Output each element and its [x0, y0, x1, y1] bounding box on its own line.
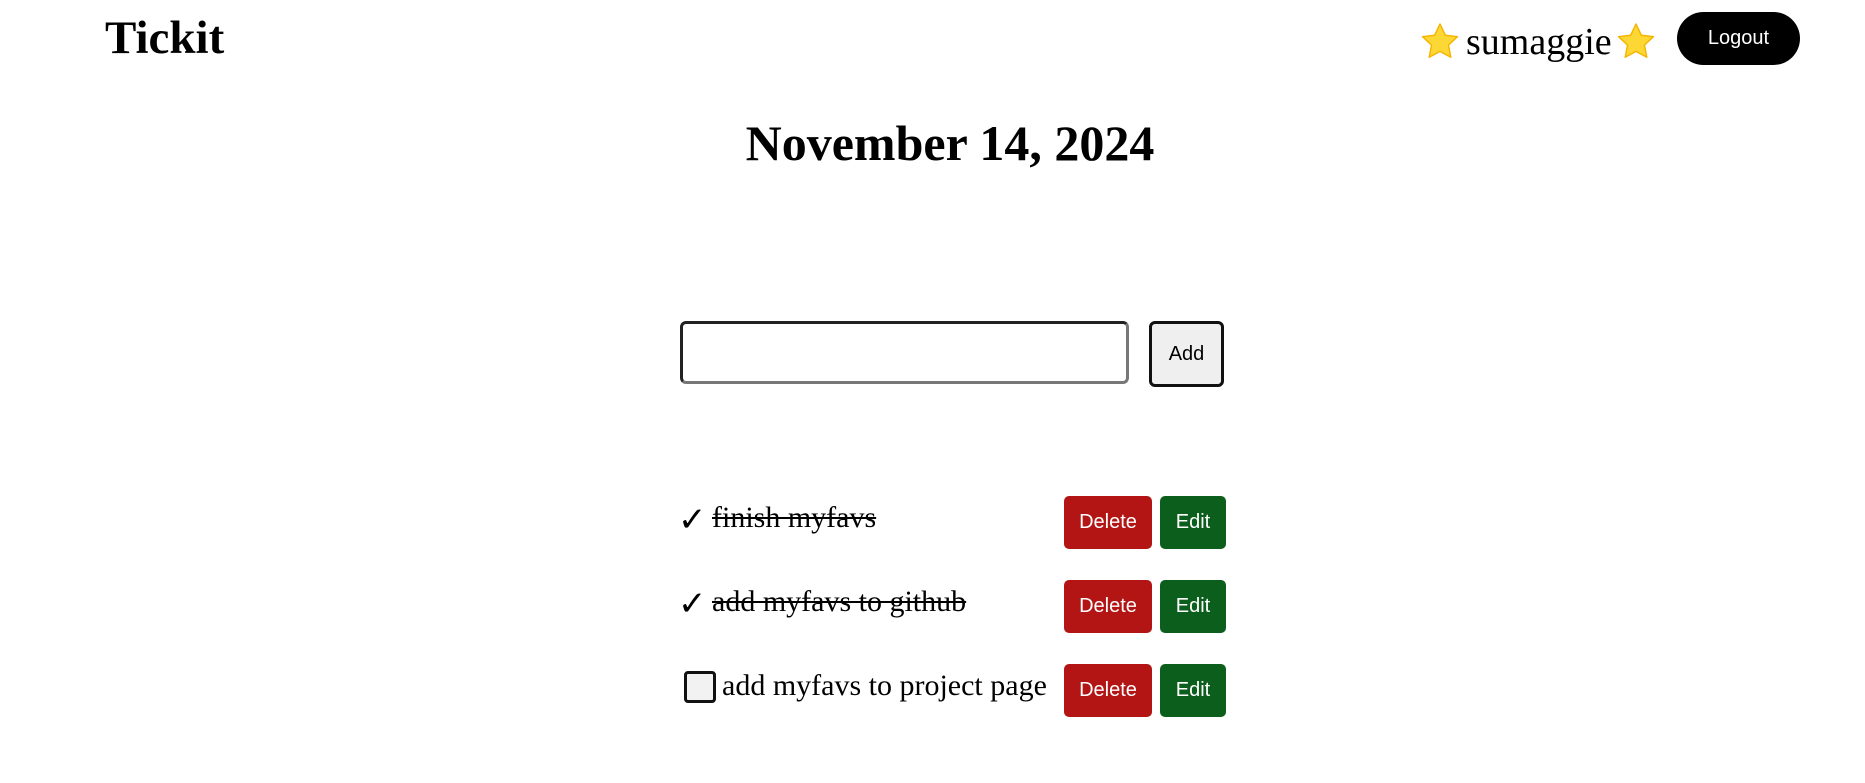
task-item: ✓ finish myfavs Delete Edit — [678, 496, 1228, 549]
edit-button[interactable]: Edit — [1160, 580, 1226, 633]
checkbox-icon[interactable] — [684, 671, 716, 703]
user-badge: sumaggie — [1418, 16, 1658, 68]
task-text: add myfavs to project page — [722, 669, 1047, 702]
username: sumaggie — [1466, 21, 1612, 63]
checkmark-icon[interactable]: ✓ — [678, 584, 707, 624]
task-text: add myfavs to github — [712, 585, 967, 618]
star-icon — [1418, 20, 1462, 64]
app-title: Tickit — [105, 12, 225, 64]
star-icon — [1614, 20, 1658, 64]
page: Tickit sumaggie Logout November 14, 2024… — [0, 0, 1865, 783]
page-date: November 14, 2024 — [745, 115, 1155, 171]
logout-button[interactable]: Logout — [1677, 12, 1800, 65]
edit-button[interactable]: Edit — [1160, 664, 1226, 717]
task-item: add myfavs to project page Delete Edit — [678, 664, 1228, 717]
task-item: ✓ add myfavs to github Delete Edit — [678, 580, 1228, 633]
delete-button[interactable]: Delete — [1064, 580, 1152, 633]
edit-button[interactable]: Edit — [1160, 496, 1226, 549]
add-button[interactable]: Add — [1149, 321, 1224, 387]
delete-button[interactable]: Delete — [1064, 496, 1152, 549]
checkmark-icon[interactable]: ✓ — [678, 500, 707, 540]
new-task-input[interactable] — [680, 321, 1129, 384]
task-text: finish myfavs — [712, 501, 877, 534]
delete-button[interactable]: Delete — [1064, 664, 1152, 717]
